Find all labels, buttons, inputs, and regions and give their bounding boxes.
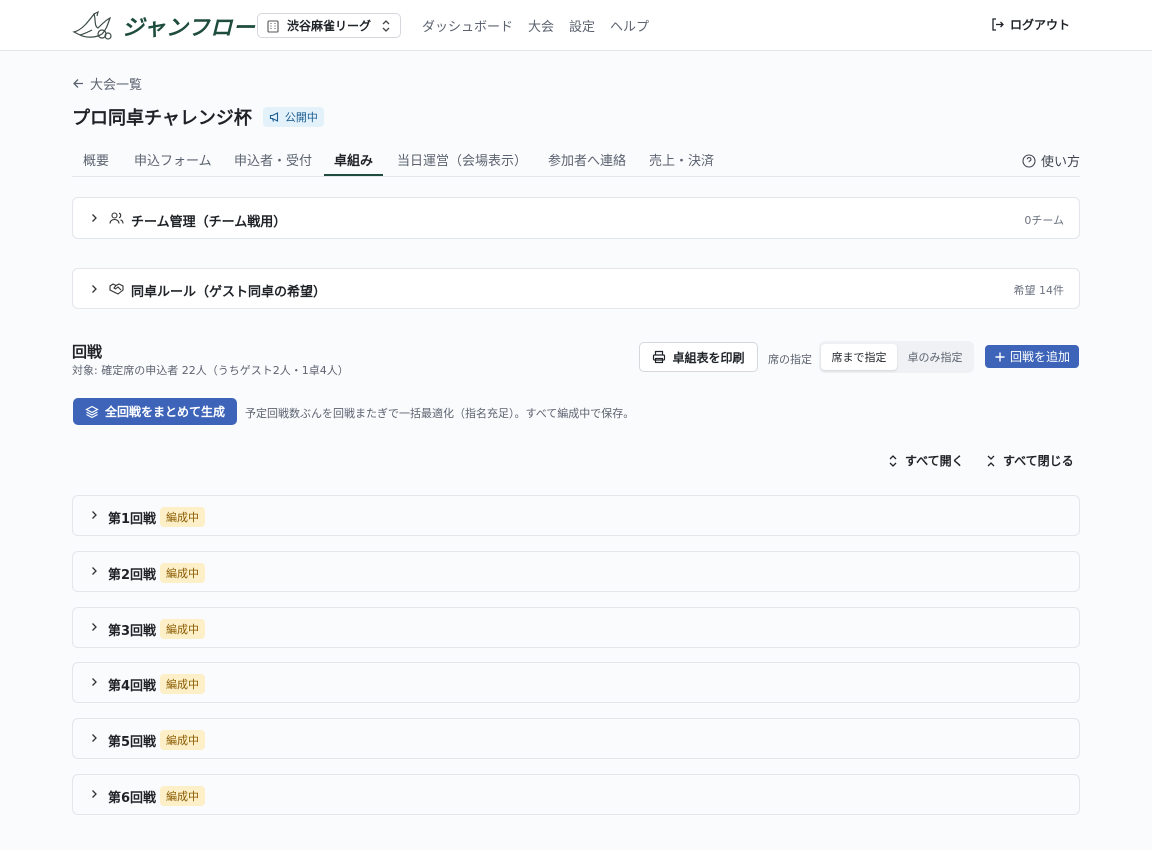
tab-event-day[interactable]: 当日運営（会場表示） xyxy=(397,150,527,169)
rule-panel-title: 同卓ルール（ゲスト同卓の希望） xyxy=(131,285,327,300)
help-link[interactable]: 使い方 xyxy=(1022,151,1080,170)
round-status-badge: 編成中 xyxy=(160,730,205,750)
chevrons-downup-icon xyxy=(985,454,997,468)
megaphone-icon xyxy=(269,111,281,123)
nav-help[interactable]: ヘルプ xyxy=(610,16,649,35)
expand-all-button[interactable]: すべて開く xyxy=(887,452,964,469)
back-label: 大会一覧 xyxy=(90,78,143,93)
chevron-right-icon xyxy=(88,283,100,295)
round-row-1[interactable]: 第1回戦 編成中 xyxy=(72,495,1080,536)
logo-text: ジャンフロー xyxy=(122,16,256,41)
seat-option-full[interactable]: 席まで指定 xyxy=(821,344,897,370)
chevrons-updown-icon xyxy=(380,19,392,33)
same-table-rule-panel[interactable]: 同卓ルール（ゲスト同卓の希望） 希望 14件 xyxy=(72,268,1080,309)
org-selector[interactable]: 渋谷麻雀リーグ xyxy=(257,13,401,38)
building-icon xyxy=(266,19,280,33)
print-label: 卓組表を印刷 xyxy=(672,350,745,365)
round-row-3[interactable]: 第3回戦 編成中 xyxy=(72,607,1080,648)
org-name: 渋谷麻雀リーグ xyxy=(287,19,372,33)
chevron-right-icon xyxy=(88,621,100,633)
round-label: 第5回戦 xyxy=(108,735,157,750)
seat-spec-toggle: 席まで指定 卓のみ指定 xyxy=(819,341,974,373)
logout-icon xyxy=(990,17,1005,32)
round-row-5[interactable]: 第5回戦 編成中 xyxy=(72,718,1080,759)
bird-logo-icon xyxy=(72,10,114,42)
chevron-right-icon xyxy=(88,788,100,800)
logo[interactable]: ジャンフロー xyxy=(72,10,255,42)
expand-all-label: すべて開く xyxy=(905,454,964,468)
top-header: ジャンフロー 渋谷麻雀リーグ ダッシュボード 大会 設定 ヘルプ ログアウト xyxy=(0,0,1152,51)
active-tab-indicator xyxy=(324,174,383,176)
collapse-all-button[interactable]: すべて閉じる xyxy=(985,452,1074,469)
rounds-title: 回戦 xyxy=(72,343,103,361)
arrow-left-icon xyxy=(72,77,85,90)
chevron-right-icon xyxy=(88,565,100,577)
chevrons-updown-icon xyxy=(887,454,899,468)
round-label: 第4回戦 xyxy=(108,679,157,694)
handshake-icon xyxy=(109,282,124,296)
chevron-right-icon xyxy=(88,732,100,744)
team-count: 0チーム xyxy=(1024,214,1064,227)
round-status-badge: 編成中 xyxy=(160,563,205,583)
plus-icon xyxy=(994,351,1006,363)
layers-icon xyxy=(85,405,99,419)
generate-all-button[interactable]: 全回戦をまとめて生成 xyxy=(73,398,237,425)
round-status-badge: 編成中 xyxy=(160,507,205,527)
print-table-button[interactable]: 卓組表を印刷 xyxy=(639,342,758,372)
chevron-right-icon xyxy=(88,212,100,224)
top-nav: ダッシュボード 大会 設定 ヘルプ xyxy=(422,16,649,35)
tab-sales[interactable]: 売上・決済 xyxy=(649,150,714,169)
round-label: 第2回戦 xyxy=(108,568,157,583)
back-link[interactable]: 大会一覧 xyxy=(72,74,142,93)
chevron-right-icon xyxy=(88,676,100,688)
round-status-badge: 編成中 xyxy=(160,786,205,806)
nav-tournaments[interactable]: 大会 xyxy=(528,16,554,35)
generate-note: 予定回戦数ぶんを回戦またぎで一括最適化（指名充足）。すべて編成中で保存。 xyxy=(245,407,635,420)
tab-contact[interactable]: 参加者へ連絡 xyxy=(548,150,626,169)
round-label: 第1回戦 xyxy=(108,512,157,527)
seat-spec-label: 席の指定 xyxy=(768,353,812,366)
logout-button[interactable]: ログアウト xyxy=(990,16,1070,33)
generate-all-label: 全回戦をまとめて生成 xyxy=(104,405,225,419)
add-round-label: 回戦を追加 xyxy=(1009,350,1070,364)
nav-dashboard[interactable]: ダッシュボード xyxy=(422,16,513,35)
help-circle-icon xyxy=(1022,153,1036,168)
tab-application-form[interactable]: 申込フォーム xyxy=(134,150,212,169)
tab-bar: 概要 申込フォーム 申込者・受付 卓組み 当日運営（会場表示） 参加者へ連絡 売… xyxy=(72,142,1080,177)
add-round-button[interactable]: 回戦を追加 xyxy=(985,345,1079,368)
logout-label: ログアウト xyxy=(1009,18,1070,32)
seat-option-table-only[interactable]: 卓のみ指定 xyxy=(899,344,971,370)
round-status-badge: 編成中 xyxy=(160,674,205,694)
title-row: プロ同卓チャレンジ杯 公開中 xyxy=(72,104,324,130)
page-title: プロ同卓チャレンジ杯 xyxy=(72,108,252,129)
round-label: 第6回戦 xyxy=(108,791,157,806)
tab-applicants[interactable]: 申込者・受付 xyxy=(234,150,312,169)
round-label: 第3回戦 xyxy=(108,624,157,639)
collapse-all-label: すべて閉じる xyxy=(1003,454,1074,468)
tab-overview[interactable]: 概要 xyxy=(83,150,109,169)
round-row-2[interactable]: 第2回戦 編成中 xyxy=(72,551,1080,592)
status-badge: 公開中 xyxy=(262,107,324,127)
rule-count: 希望 14件 xyxy=(1013,284,1065,297)
users-icon xyxy=(109,211,124,225)
printer-icon xyxy=(652,350,666,364)
nav-settings[interactable]: 設定 xyxy=(569,16,595,35)
rounds-subtitle: 対象: 確定席の申込者 22人（うちゲスト2人・1卓4人） xyxy=(72,364,349,377)
team-panel-title: チーム管理（チーム戦用） xyxy=(131,215,287,230)
status-badge-label: 公開中 xyxy=(284,111,318,124)
round-status-badge: 編成中 xyxy=(160,619,205,639)
round-row-6[interactable]: 第6回戦 編成中 xyxy=(72,774,1080,815)
tab-table-assignment[interactable]: 卓組み xyxy=(334,150,373,169)
team-management-panel[interactable]: チーム管理（チーム戦用） 0チーム xyxy=(72,197,1080,239)
round-row-4[interactable]: 第4回戦 編成中 xyxy=(72,662,1080,703)
help-label: 使い方 xyxy=(1040,155,1080,170)
chevron-right-icon xyxy=(88,509,100,521)
